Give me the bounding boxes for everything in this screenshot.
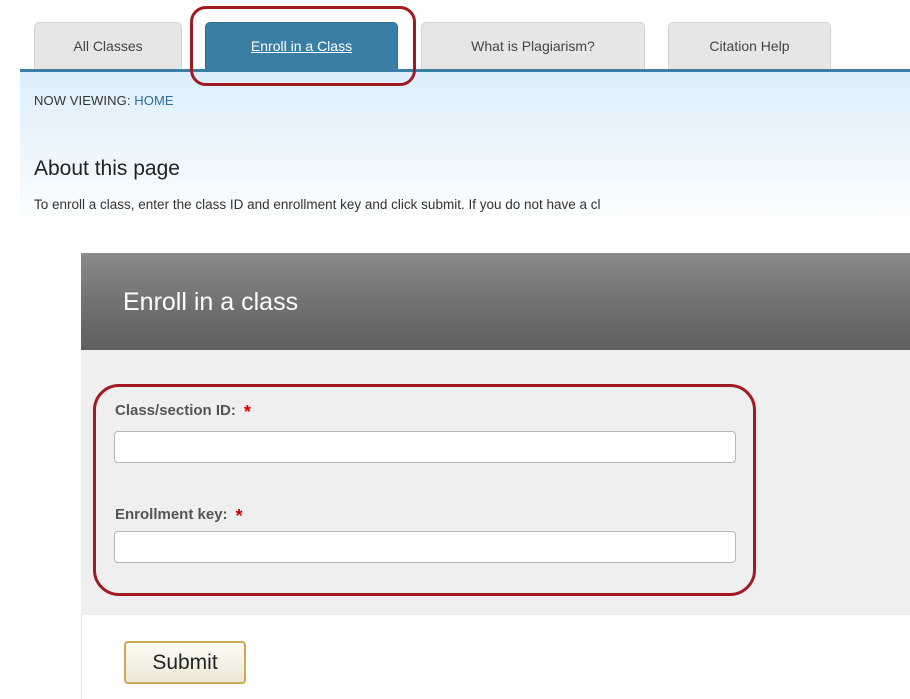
enrollment-key-label-text: Enrollment key: xyxy=(115,506,228,523)
about-title: About this page xyxy=(34,157,180,180)
required-marker: * xyxy=(243,402,251,422)
tab-enroll-in-a-class[interactable]: Enroll in a Class xyxy=(205,22,398,69)
tab-citation-help[interactable]: Citation Help xyxy=(668,22,831,69)
required-marker: * xyxy=(235,506,243,526)
class-id-input[interactable] xyxy=(114,431,736,463)
enrollment-key-label: Enrollment key: * xyxy=(115,503,243,526)
class-id-label: Class/section ID: * xyxy=(115,399,251,422)
breadcrumb-prefix: NOW VIEWING: xyxy=(34,93,131,108)
enroll-panel-body xyxy=(81,350,910,615)
breadcrumb: NOW VIEWING: HOME xyxy=(34,93,174,108)
tab-what-is-plagiarism[interactable]: What is Plagiarism? xyxy=(421,22,645,69)
about-description: To enroll a class, enter the class ID an… xyxy=(34,197,601,212)
tab-all-classes[interactable]: All Classes xyxy=(34,22,182,69)
enrollment-key-input[interactable] xyxy=(114,531,736,563)
submit-button[interactable]: Submit xyxy=(124,641,246,684)
class-id-label-text: Class/section ID: xyxy=(115,402,236,419)
enroll-panel-title: Enroll in a class xyxy=(123,288,299,316)
tab-bar: All Classes Enroll in a Class What is Pl… xyxy=(0,0,910,72)
breadcrumb-home-link[interactable]: HOME xyxy=(134,93,173,108)
enroll-panel-header: Enroll in a class xyxy=(81,253,910,350)
